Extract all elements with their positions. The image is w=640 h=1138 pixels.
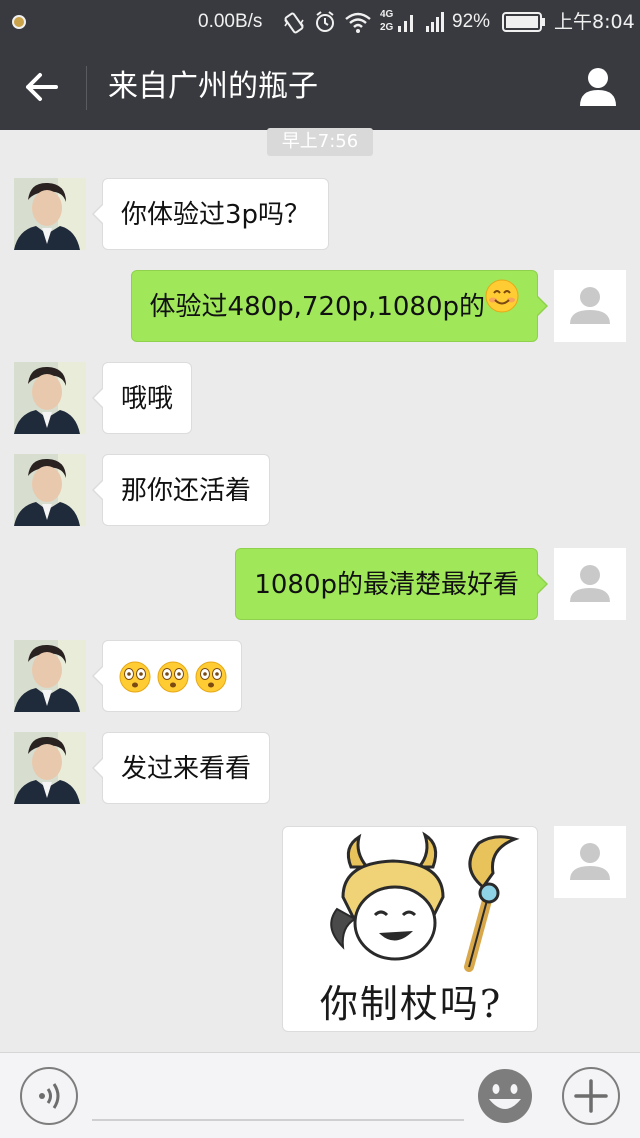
received-message[interactable]: 哦哦 (91, 362, 193, 434)
person-icon (580, 68, 616, 106)
avatar-photo (14, 454, 86, 526)
friend-avatar[interactable] (14, 640, 86, 712)
friend-avatar[interactable] (14, 362, 86, 434)
sent-message[interactable]: 体验过480p,720p,1080p的 (130, 269, 549, 342)
message-text: 1080p的最清楚最好看 (254, 570, 519, 600)
avatar-photo (14, 732, 86, 804)
more-button[interactable] (562, 1067, 620, 1125)
emoji-button[interactable] (476, 1067, 534, 1125)
back-button[interactable] (18, 64, 68, 110)
friend-avatar[interactable] (14, 178, 86, 250)
message-text: 哦哦 (121, 384, 174, 414)
status-bar: 0.00B/s 4G 2G 92% 上午8:04 (0, 0, 640, 44)
avatar-photo (14, 362, 86, 434)
friend-avatar[interactable] (14, 732, 86, 804)
message-text: 那你还活着 (121, 476, 252, 506)
battery-percent: 92% (452, 11, 491, 32)
message-timestamp: 早上7:56 (267, 128, 373, 156)
chat-title: 来自广州的瓶子 (108, 69, 318, 104)
loki-sticker-image (330, 831, 520, 972)
default-person-icon (570, 565, 610, 602)
shocked-emoji-icon (119, 661, 227, 693)
avatar-photo (14, 640, 86, 712)
network-speed: 0.00B/s (198, 11, 263, 32)
chat-messages[interactable]: 早上7:56 你体验过3p吗？ 体验过480p,720p,1080p的 哦哦 那… (0, 128, 640, 1052)
message-text: 发过来看看 (121, 754, 252, 784)
signal-bars-secondary-icon (398, 15, 413, 32)
contact-info-button[interactable] (570, 62, 626, 112)
sent-message[interactable]: 1080p的最清楚最好看 (235, 548, 548, 620)
chat-input-bar (0, 1052, 640, 1138)
default-person-icon (570, 843, 610, 880)
header-divider (86, 66, 87, 110)
received-message[interactable]: 你体验过3p吗？ (91, 178, 330, 250)
clock: 上午8:04 (554, 11, 635, 33)
received-message[interactable]: 那你还活着 (91, 454, 271, 526)
my-avatar[interactable] (554, 826, 626, 898)
alarm-icon (316, 11, 334, 32)
message-input[interactable] (92, 1071, 464, 1121)
emoji-face-icon (478, 1069, 532, 1123)
received-message[interactable]: 发过来看看 (91, 732, 271, 804)
wifi-icon (345, 12, 371, 33)
sent-sticker[interactable]: 你制杖吗? (282, 826, 538, 1032)
avatar-photo (14, 178, 86, 250)
network-type-2g: 2G (380, 22, 394, 33)
message-text: 体验过480p,720p,1080p的 (149, 292, 485, 322)
voice-icon (39, 1083, 60, 1109)
plus-icon (574, 1079, 608, 1113)
wechat-notification-icon (12, 15, 26, 29)
voice-button[interactable] (20, 1067, 78, 1125)
friend-avatar[interactable] (14, 454, 86, 526)
arrow-left-icon (26, 73, 58, 101)
received-emoji-message[interactable] (92, 640, 242, 712)
my-avatar[interactable] (554, 548, 626, 620)
my-avatar[interactable] (554, 270, 626, 342)
chat-header: 来自广州的瓶子 (0, 44, 640, 130)
message-text: 你体验过3p吗？ (121, 200, 311, 230)
smile-emoji-icon (485, 269, 519, 341)
battery-icon (502, 12, 545, 32)
sticker-caption: 你制杖吗? (319, 982, 503, 1026)
default-person-icon (570, 287, 610, 324)
network-type-4g: 4G (380, 9, 394, 20)
signal-icon (426, 12, 444, 32)
vibrate-icon (284, 12, 304, 34)
